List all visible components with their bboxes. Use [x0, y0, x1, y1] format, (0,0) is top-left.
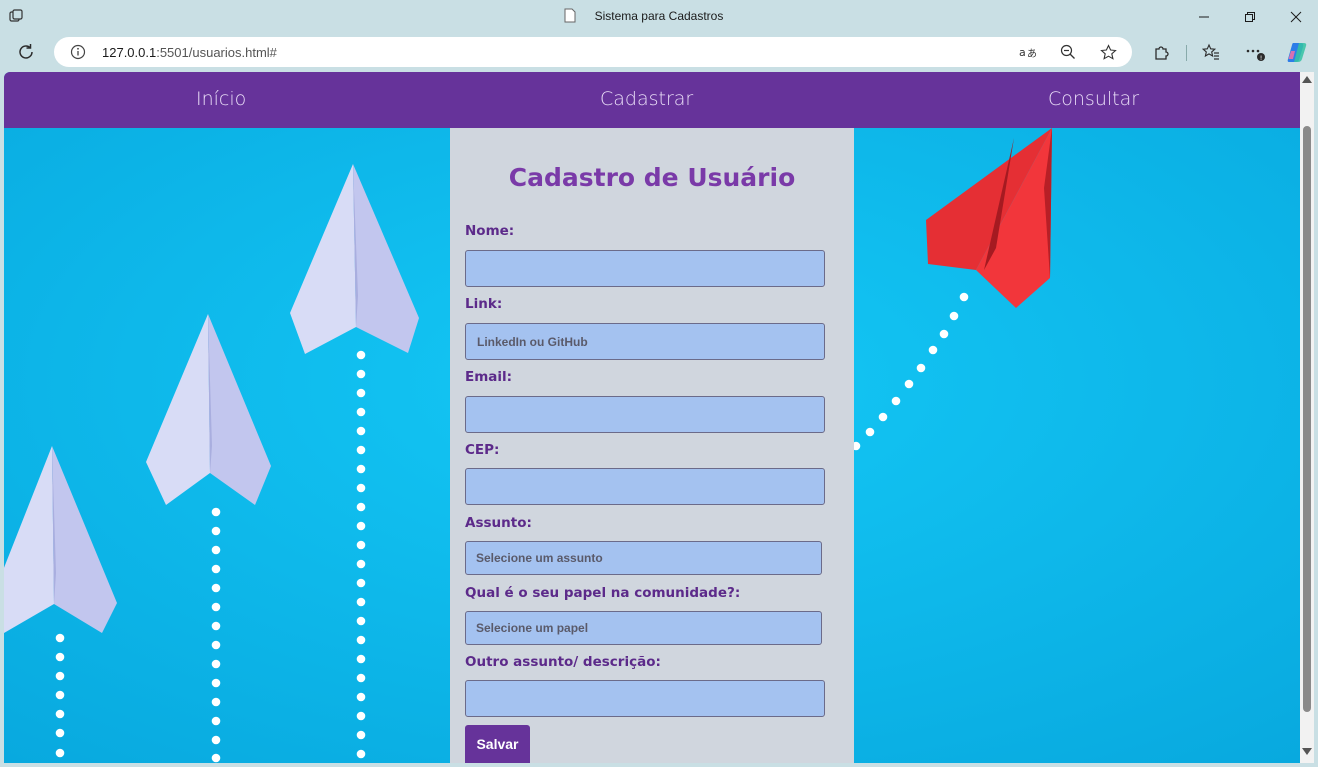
extensions-icon[interactable]	[1148, 38, 1176, 66]
zoom-out-icon[interactable]	[1058, 42, 1078, 62]
assunto-select[interactable]: Selecione um assunto	[465, 541, 822, 575]
svg-text:あ: あ	[1027, 48, 1037, 59]
page-viewport: Início Cadastrar Consultar Cadastro de U…	[4, 72, 1300, 763]
papel-select[interactable]: Selecione um papel	[465, 611, 822, 645]
scrollbar-thumb[interactable]	[1303, 126, 1311, 712]
more-options-icon[interactable]: !	[1241, 38, 1269, 66]
link-label: Link:	[465, 296, 503, 312]
nome-label: Nome:	[465, 223, 515, 239]
nav-cadastrar[interactable]: Cadastrar	[600, 88, 693, 110]
close-icon[interactable]	[1285, 6, 1307, 28]
restore-icon[interactable]	[1239, 6, 1261, 28]
top-navbar: Início Cadastrar Consultar	[4, 72, 1300, 128]
email-label: Email:	[465, 369, 513, 385]
form-title: Cadastro de Usuário	[508, 163, 796, 192]
toolbar-divider	[1186, 45, 1187, 61]
cep-label: CEP:	[465, 442, 500, 458]
page-scrollbar[interactable]	[1300, 72, 1314, 763]
registration-form: Cadastro de Usuário Nome: Link: Email: C…	[450, 128, 854, 763]
info-icon[interactable]	[70, 44, 86, 60]
favorite-star-icon[interactable]	[1098, 42, 1118, 62]
scroll-down-icon[interactable]	[1302, 748, 1312, 755]
assunto-label: Assunto:	[465, 515, 532, 531]
favorites-icon[interactable]	[1197, 38, 1225, 66]
nome-input[interactable]	[465, 250, 825, 287]
link-input[interactable]	[465, 323, 825, 360]
descricao-label: Outro assunto/ descrição:	[465, 654, 661, 670]
tab-title: Sistema para Cadastros	[594, 9, 724, 23]
browser-toolbar: 127.0.0.1:5501/usuarios.html# aあ !	[0, 34, 1318, 70]
address-bar[interactable]: 127.0.0.1:5501/usuarios.html# aあ	[54, 37, 1132, 67]
cep-input[interactable]	[465, 468, 825, 505]
nav-inicio[interactable]: Início	[196, 88, 246, 110]
minimize-icon[interactable]	[1193, 6, 1215, 28]
copilot-icon[interactable]	[1283, 38, 1311, 66]
scroll-up-icon[interactable]	[1302, 76, 1312, 83]
nav-consultar[interactable]: Consultar	[1048, 88, 1139, 110]
papel-label: Qual é o seu papel na comunidade?:	[465, 585, 741, 601]
email-input[interactable]	[465, 396, 825, 433]
save-button[interactable]: Salvar	[465, 725, 530, 763]
descricao-input[interactable]	[465, 680, 825, 717]
svg-text:!: !	[1260, 54, 1263, 62]
url-text[interactable]: 127.0.0.1:5501/usuarios.html#	[102, 45, 277, 60]
refresh-icon[interactable]	[12, 38, 40, 66]
title-bar: Sistema para Cadastros	[0, 0, 1318, 34]
read-aloud-icon[interactable]: aあ	[1018, 42, 1038, 62]
svg-text:a: a	[1019, 46, 1026, 59]
